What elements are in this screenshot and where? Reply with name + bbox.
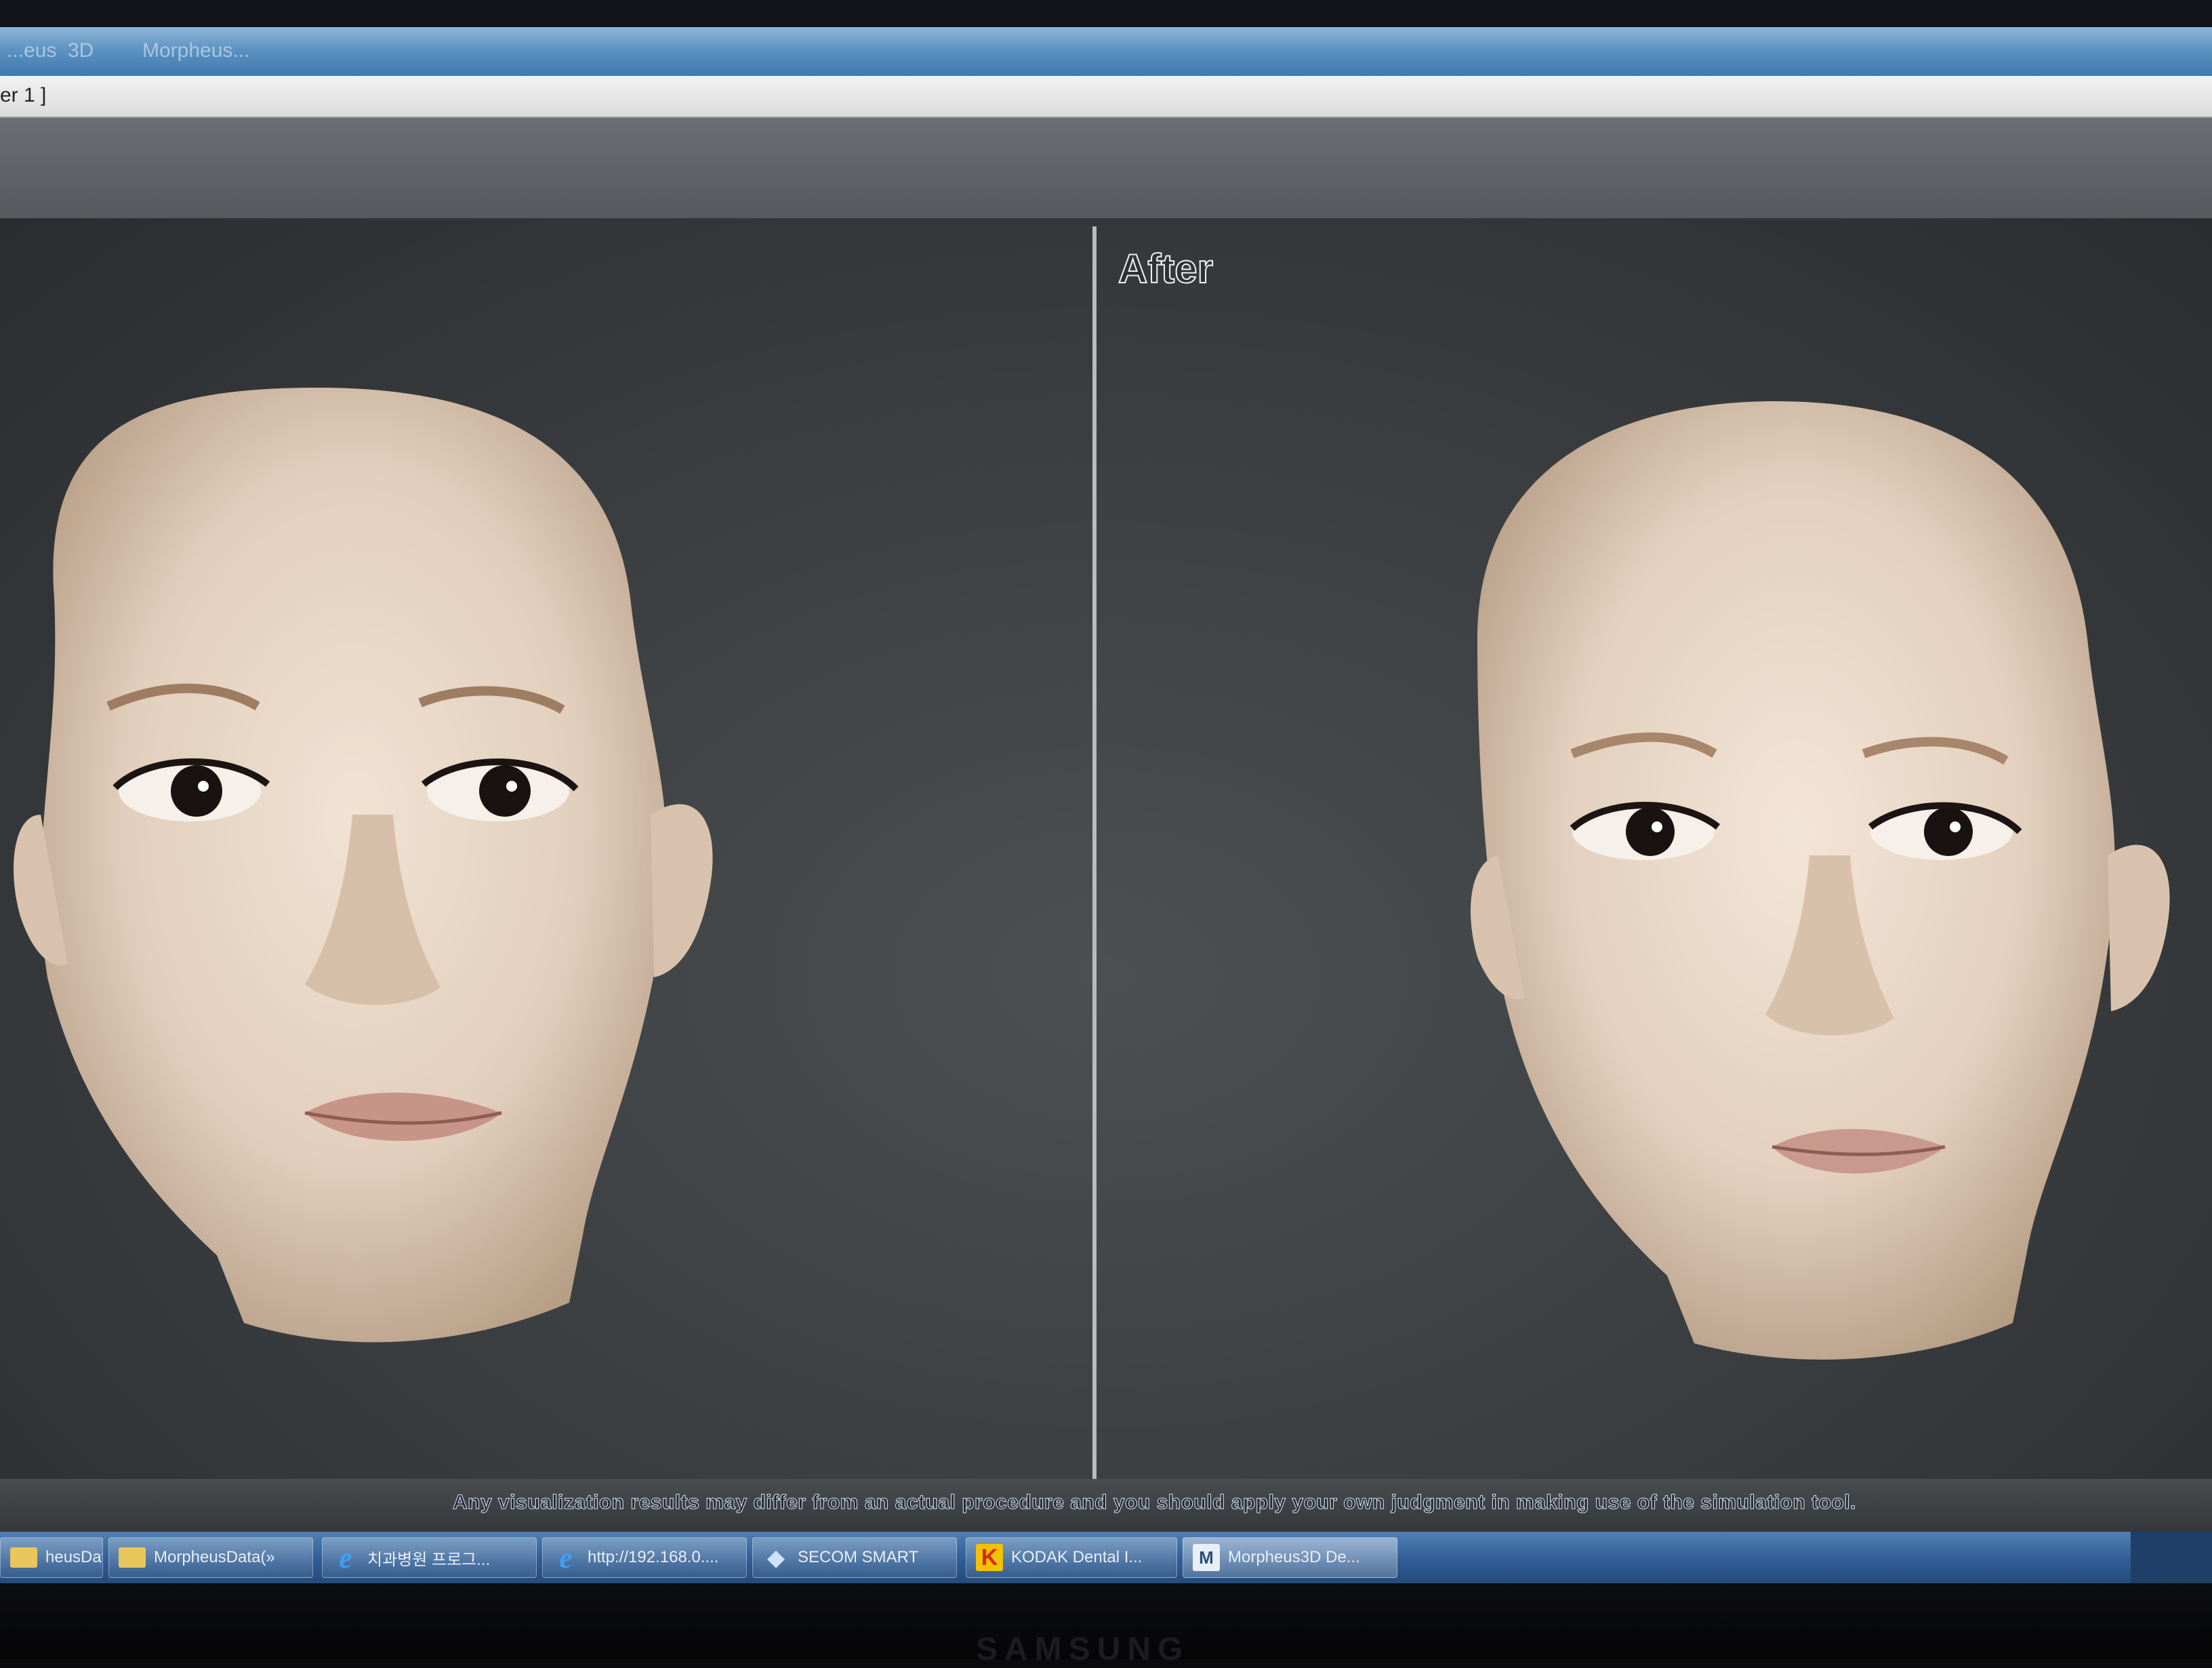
face-model-before[interactable] [0,218,1092,1479]
document-tab-strip: er 1 ] [0,76,2212,118]
monitor-brand-logo: SAMSUNG [976,1631,1190,1667]
ie-icon: e [559,1541,573,1574]
before-view-pane[interactable] [0,218,1092,1479]
folder-icon [10,1544,37,1571]
title-fragment: 3D [68,39,94,62]
3d-viewport[interactable]: After [0,218,2212,1479]
secom-icon: ◆ [767,1545,785,1570]
title-fragment: Morpheus... [142,39,250,62]
disclaimer-bar: Any visualization results may differ fro… [0,1479,2212,1532]
taskbar-item-label: Morpheus3D De... [1228,1548,1360,1566]
taskbar-item[interactable]: ◆ SECOM SMART [752,1537,957,1578]
disclaimer-text: Any visualization results may differ fro… [453,1491,1856,1514]
view-divider[interactable] [1092,226,1097,1479]
taskbar-item-label: 치과병원 프로그... [367,1550,491,1569]
taskbar-item[interactable]: heusData(» [0,1537,103,1578]
taskbar-item-label: SECOM SMART [798,1548,919,1566]
document-tab[interactable]: er 1 ] [0,84,46,107]
taskbar-item-label: heusData(» [45,1548,102,1566]
right-ear [2108,845,2170,1011]
taskbar-item[interactable]: MorpheusData(» [108,1537,313,1578]
title-fragment: ...eus [7,39,57,62]
taskbar-item-active[interactable]: M Morpheus3D De... [1183,1537,1397,1578]
taskbar-item[interactable]: e http://192.168.0.... [542,1537,747,1578]
ie-icon: e [339,1541,352,1574]
right-ear [651,804,713,977]
taskbar-item[interactable]: e 치과병원 프로그... [322,1537,537,1578]
window-titlebar[interactable]: ...eus 3D Morpheus... [0,27,2212,76]
taskbar-item[interactable]: K KODAK Dental I... [966,1537,1177,1578]
folder-icon [119,1544,146,1571]
toolbar-area [0,118,2212,218]
taskbar-item-label: http://192.168.0.... [588,1548,719,1566]
taskbar-item-label: MorpheusData(» [154,1548,275,1566]
kodak-icon: K [976,1544,1003,1571]
morpheus-icon: M [1193,1544,1220,1571]
after-view-pane[interactable]: After [1098,218,2212,1479]
system-tray[interactable] [2131,1532,2212,1583]
face-model-after[interactable] [1098,218,2212,1479]
taskbar-item-label: KODAK Dental I... [1011,1548,1143,1566]
windows-taskbar: heusData(» MorpheusData(» e 치과병원 프로그... … [0,1532,2212,1583]
monitor-bezel-top [0,0,2212,27]
